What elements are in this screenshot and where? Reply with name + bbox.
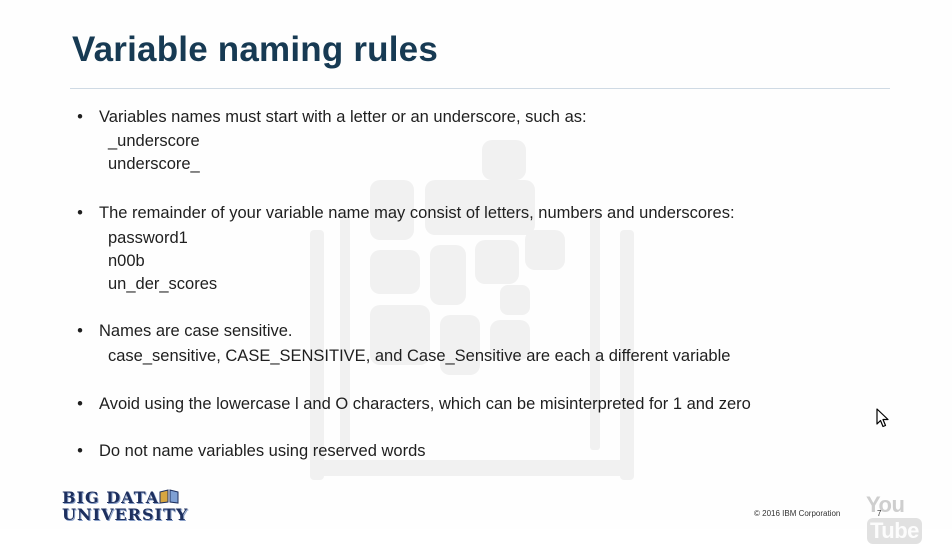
mouse-pointer-icon	[876, 408, 889, 428]
bullet-marker: •	[77, 108, 83, 126]
copyright-text: © 2016 IBM Corporation	[754, 509, 841, 518]
example-text: case_sensitive, CASE_SENSITIVE, and Case…	[108, 347, 731, 365]
title-divider	[70, 88, 890, 89]
example-text: underscore_	[108, 155, 200, 173]
youtube-tube-text: Tube	[867, 518, 922, 544]
book-watermark-icon	[310, 140, 634, 480]
bullet-text: Variables names must start with a letter…	[99, 108, 587, 126]
example-text: un_der_scores	[108, 275, 218, 293]
big-data-university-logo: BIG DATA UNIVERSITY	[62, 489, 188, 523]
example-text: password1	[108, 229, 188, 247]
example-text: _underscore	[108, 132, 200, 150]
bullet-marker: •	[77, 442, 83, 460]
youtube-watermark[interactable]: YouTube	[866, 492, 952, 544]
open-book-icon	[159, 489, 179, 504]
slide-title: Variable naming rules	[72, 30, 439, 69]
bullet-text: Do not name variables using reserved wor…	[99, 442, 426, 460]
bullet-text: The remainder of your variable name may …	[99, 204, 735, 222]
bullet-marker: •	[77, 395, 83, 413]
slide: Variable naming rules • Variables names …	[0, 0, 952, 544]
bullet-marker: •	[77, 204, 83, 222]
logo-line-2: UNIVERSITY	[62, 505, 189, 524]
bullet-marker: •	[77, 322, 83, 340]
bullet-text: Avoid using the lowercase l and O charac…	[99, 395, 751, 413]
youtube-you-text: You	[866, 492, 905, 517]
bullet-text: Names are case sensitive.	[99, 322, 293, 340]
example-text: n00b	[108, 252, 145, 270]
